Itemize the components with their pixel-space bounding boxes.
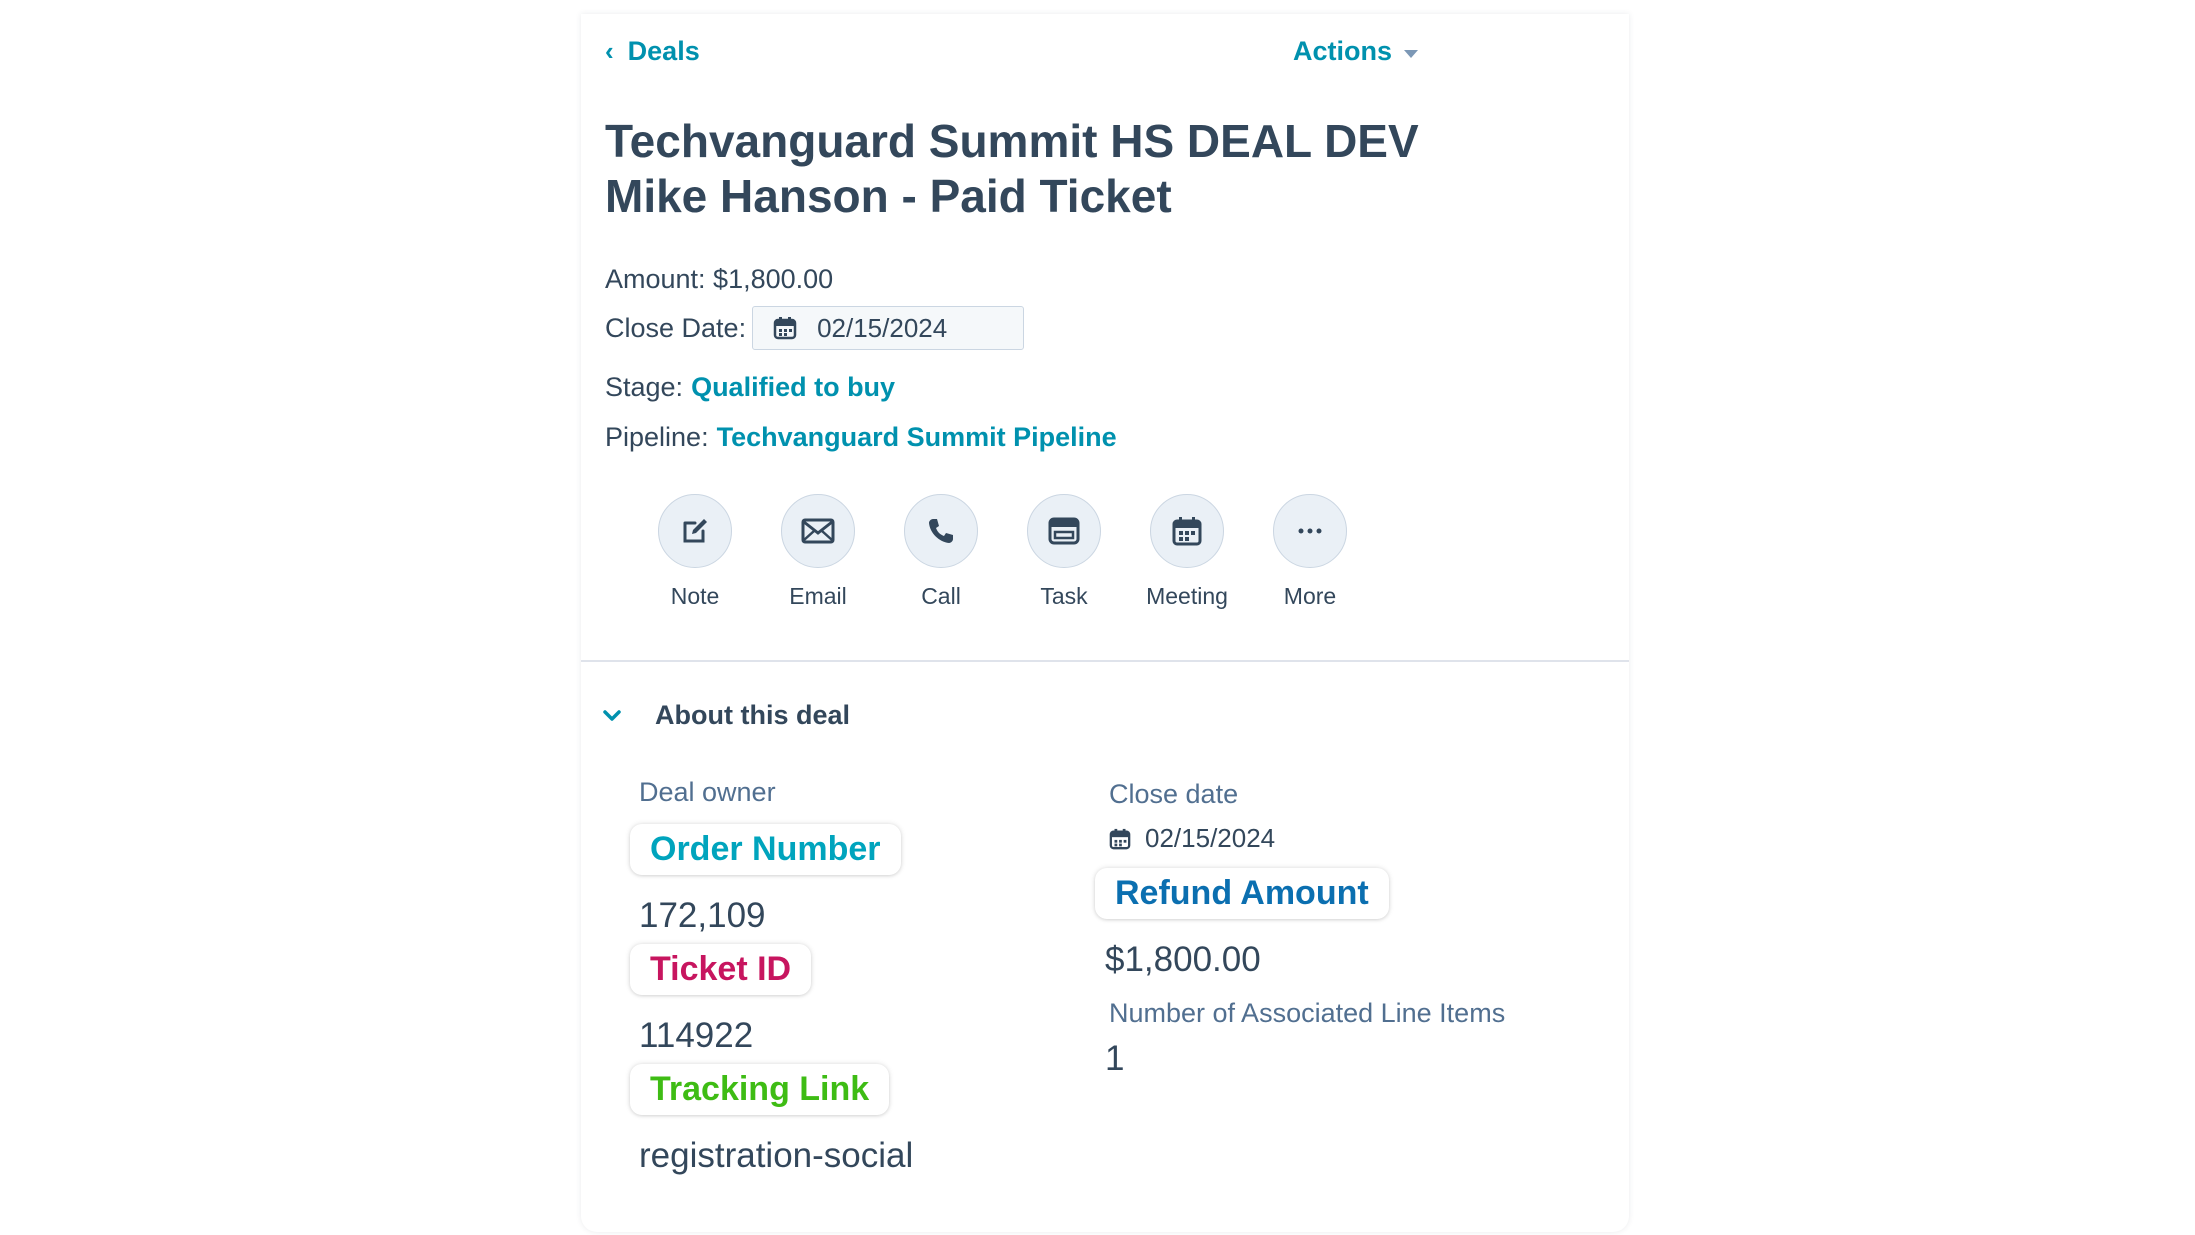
more-button[interactable] [1273, 494, 1347, 568]
line-items-label: Number of Associated Line Items [1109, 998, 1506, 1028]
section-divider [581, 660, 1629, 662]
caret-down-icon [1404, 49, 1419, 58]
amount-text: Amount: $1,800.00 [605, 264, 834, 294]
calendar-icon [1109, 828, 1131, 849]
about-this-deal-toggle[interactable]: About this deal [603, 700, 850, 731]
close-date-value: 02/15/2024 [817, 312, 948, 343]
close-date-field-value: 02/15/2024 [1145, 823, 1276, 853]
calendar-icon [773, 317, 797, 340]
actions-dropdown[interactable]: Actions [1293, 36, 1419, 67]
back-label: Deals [627, 36, 700, 66]
note-button[interactable] [658, 494, 732, 568]
chevron-down-icon [603, 709, 621, 721]
email-action[interactable]: Email [758, 494, 878, 610]
meeting-action[interactable]: Meeting [1127, 494, 1247, 610]
task-icon [1048, 517, 1080, 545]
refund-amount-label: Refund Amount [1095, 868, 1389, 919]
order-number-label: Order Number [630, 824, 901, 875]
line-items-value: 1 [1105, 1039, 1125, 1078]
close-date-field-label: Close date [1109, 779, 1239, 809]
stage-property: Stage: Qualified to buy [605, 372, 895, 403]
ticket-id-label: Ticket ID [630, 944, 812, 995]
note-action[interactable]: Note [635, 494, 755, 610]
email-button[interactable] [781, 494, 855, 568]
note-icon [683, 519, 707, 543]
task-button[interactable] [1027, 494, 1101, 568]
pipeline-value-link[interactable]: Techvanguard Summit Pipeline [717, 422, 1117, 453]
tracking-link-label: Tracking Link [630, 1064, 890, 1115]
pipeline-property: Pipeline: Techvanguard Summit Pipeline [605, 422, 1117, 453]
stage-label: Stage: [605, 372, 684, 402]
task-label: Task [1040, 583, 1088, 609]
email-icon [801, 518, 835, 544]
amount-property: Amount: $1,800.00 [605, 264, 833, 295]
call-label: Call [921, 583, 961, 609]
call-button[interactable] [904, 494, 978, 568]
deal-title: Techvanguard Summit HS DEAL DEV Mike Han… [605, 114, 1419, 224]
stage-value-link[interactable]: Qualified to buy [691, 372, 895, 403]
close-date-label: Close Date: [605, 312, 747, 343]
tracking-link-value: registration-social [639, 1136, 914, 1175]
task-action[interactable]: Task [1004, 494, 1124, 610]
pipeline-label: Pipeline: [605, 422, 709, 452]
deal-card: ‹ Deals Actions Techvanguard Summit HS D… [581, 14, 1629, 1232]
order-number-value: 172,109 [639, 896, 766, 935]
note-label: Note [670, 583, 720, 609]
deal-owner-label: Deal owner [639, 777, 776, 807]
call-action[interactable]: Call [881, 494, 1001, 610]
meeting-label: Meeting [1146, 583, 1228, 609]
close-date-field: 02/15/2024 [1109, 823, 1275, 854]
meeting-icon [1172, 517, 1202, 546]
more-label: More [1283, 583, 1337, 609]
close-date-property: Close Date: 02/15/2024 [605, 306, 1025, 350]
chevron-left-icon: ‹ [605, 36, 614, 66]
call-icon [929, 519, 953, 543]
deal-title-line-2: Mike Hanson - Paid Ticket [605, 170, 1172, 222]
actions-label: Actions [1293, 36, 1393, 66]
ticket-id-value: 114922 [639, 1016, 754, 1055]
more-icon [1298, 528, 1322, 534]
close-date-input[interactable]: 02/15/2024 [752, 306, 1025, 350]
email-label: Email [789, 583, 847, 609]
meeting-button[interactable] [1150, 494, 1224, 568]
deal-title-line-1: Techvanguard Summit HS DEAL DEV [605, 115, 1419, 167]
refund-amount-value: $1,800.00 [1105, 940, 1261, 979]
about-header: About this deal [655, 700, 850, 730]
back-to-deals-link[interactable]: ‹ Deals [605, 36, 700, 67]
more-action[interactable]: More [1250, 494, 1370, 610]
